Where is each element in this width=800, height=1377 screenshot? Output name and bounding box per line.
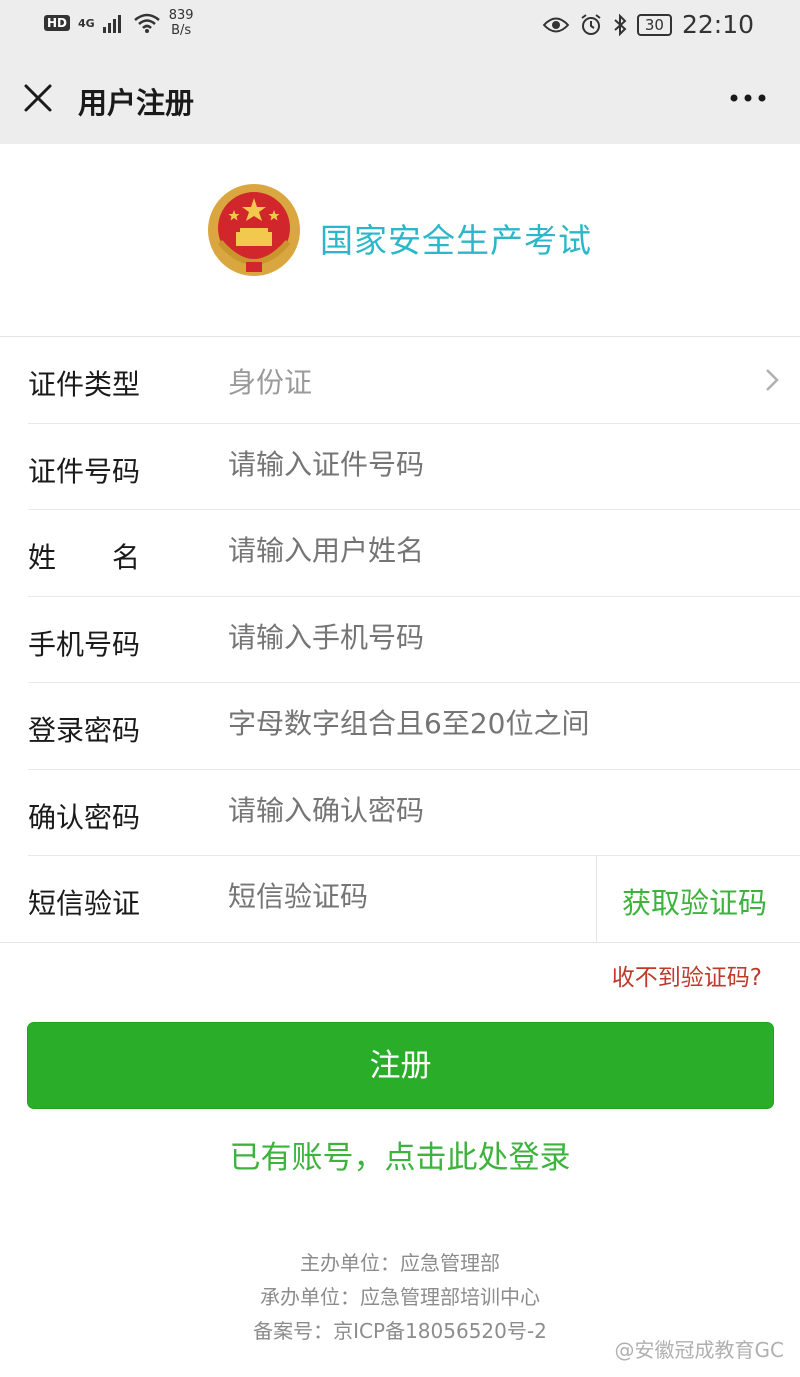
sms-row: 短信验证 获取验证码 (0, 856, 800, 943)
status-time: 22:10 (681, 10, 754, 39)
site-name: 国家安全生产考试 (320, 221, 592, 260)
more-options-icon[interactable] (728, 86, 768, 110)
confirm-password-label: 确认密码 (28, 800, 141, 834)
bluetooth-icon (614, 13, 627, 36)
logo-area: 国家安全生产考试 (0, 144, 800, 337)
watermark: @安徽冠成教育GC (614, 1338, 784, 1362)
id-number-row: 证件号码 (28, 424, 800, 510)
eye-icon (542, 17, 569, 32)
battery-icon: 30 (636, 13, 672, 36)
name-input[interactable] (228, 534, 648, 567)
confirm-password-row: 确认密码 (28, 770, 800, 856)
footer-organizer: 承办单位：应急管理部培训中心 (260, 1285, 540, 1309)
phone-label: 手机号码 (28, 627, 141, 661)
login-link[interactable]: 已有账号，点击此处登录 (0, 1132, 800, 1177)
hd-badge: HD (44, 15, 71, 31)
id-type-select[interactable]: 身份证 (228, 361, 648, 401)
sms-label: 短信验证 (28, 887, 141, 920)
footer: 主办单位：应急管理部 承办单位：应急管理部培训中心 备案号：京ICP备18056… (0, 1246, 800, 1348)
password-row: 登录密码 (28, 683, 800, 770)
national-emblem-icon (208, 184, 300, 276)
registration-form: 证件类型 身份证 证件号码 姓 名 手机号码 登录密码 确认密码 短信验证 获取… (0, 337, 800, 943)
id-type-row[interactable]: 证件类型 身份证 (28, 337, 800, 424)
status-bar: HD 4G 839 B/s 30 22:10 (0, 0, 800, 48)
signal-icon (102, 15, 121, 33)
divider (596, 856, 597, 942)
no-code-link[interactable]: 收不到验证码? (612, 958, 762, 992)
status-right: 30 22:10 (542, 10, 754, 39)
password-label: 登录密码 (28, 714, 141, 747)
footer-sponsor: 主办单位：应急管理部 (300, 1251, 500, 1275)
network-generation: 4G (78, 16, 95, 30)
name-label: 姓 名 (28, 541, 141, 574)
register-button[interactable]: 注册 (27, 1022, 774, 1109)
speed-unit: B/s (171, 23, 192, 38)
confirm-password-input[interactable] (228, 793, 648, 827)
password-input[interactable] (228, 707, 648, 740)
wifi-icon (133, 13, 160, 33)
page-title: 用户注册 (78, 86, 195, 120)
phone-input[interactable] (228, 620, 648, 654)
name-row: 姓 名 (28, 510, 800, 597)
id-type-label: 证件类型 (28, 368, 141, 401)
sms-code-input[interactable] (228, 880, 588, 913)
chevron-right-icon (766, 369, 779, 391)
status-left: HD 4G 839 B/s (44, 8, 194, 38)
get-code-button[interactable]: 获取验证码 (622, 880, 767, 922)
nav-bar: 用户注册 (0, 48, 800, 144)
close-icon[interactable] (18, 78, 58, 118)
id-number-label: 证件号码 (28, 454, 141, 488)
network-speed: 839 B/s (169, 8, 194, 38)
phone-row: 手机号码 (28, 597, 800, 683)
alarm-icon (581, 13, 601, 35)
id-number-input[interactable] (228, 447, 648, 481)
speed-value: 839 (168, 8, 194, 23)
